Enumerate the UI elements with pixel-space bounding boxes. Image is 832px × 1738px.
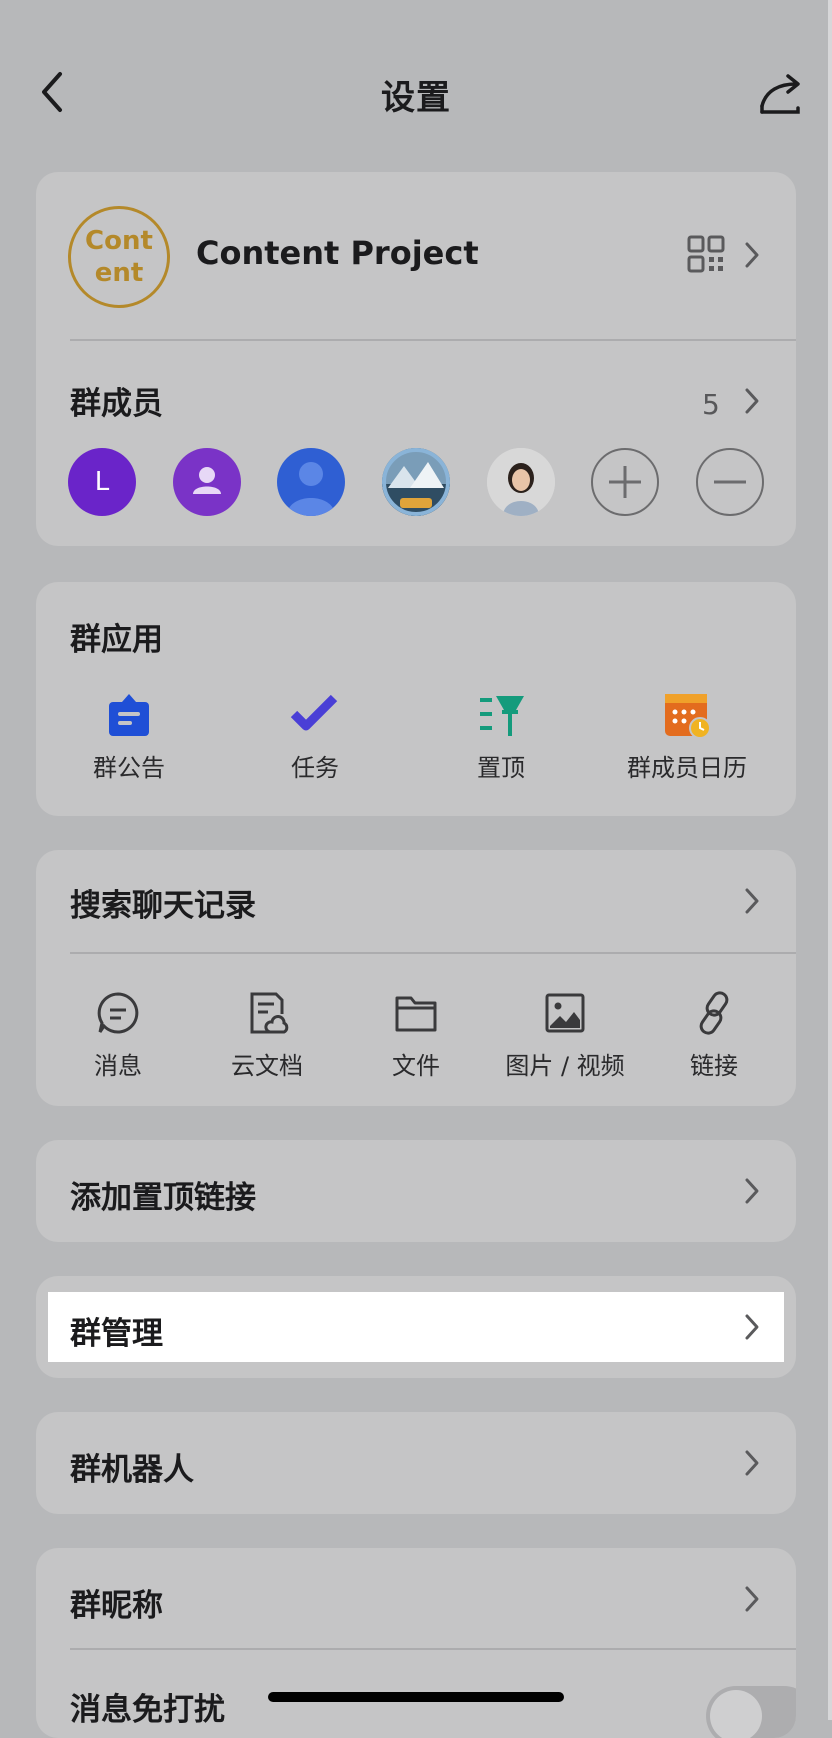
filter-messages[interactable]: 消息 (43, 990, 193, 1081)
members-label: 群成员 (70, 386, 163, 422)
divider (70, 952, 796, 954)
app-task[interactable]: 任务 (222, 690, 408, 783)
chevron-right-icon[interactable] (742, 386, 762, 416)
link-icon (699, 991, 729, 1035)
avatar[interactable] (487, 448, 555, 516)
page-title: 设置 (381, 78, 451, 118)
pin-icon (480, 696, 524, 736)
apps-label: 群应用 (70, 622, 163, 658)
nickname-mute-card: 群昵称 消息免打扰 (36, 1548, 796, 1738)
group-bot-row[interactable]: 群机器人 (36, 1412, 796, 1514)
remove-member-button[interactable] (696, 448, 764, 516)
divider (70, 339, 796, 341)
folder-icon (395, 996, 437, 1032)
search-history-card: 搜索聊天记录 消息 云文档 文件 图片 / 视频 链接 (36, 850, 796, 1106)
avatar[interactable] (173, 448, 241, 516)
app-calendar[interactable]: 群成员日历 (594, 690, 780, 783)
group-nickname-row[interactable]: 群昵称 (70, 1580, 163, 1625)
minus-circle-icon (714, 480, 746, 484)
group-name: Content Project (196, 234, 479, 272)
portrait-photo (487, 448, 555, 516)
mute-label: 消息免打扰 (70, 1692, 225, 1728)
chevron-right-icon (745, 1314, 759, 1340)
filter-files[interactable]: 文件 (341, 990, 491, 1081)
group-apps-card: 群应用 群公告 任务 置顶 群成员日历 (36, 582, 796, 816)
app-announcement[interactable]: 群公告 (36, 690, 222, 783)
app-pin[interactable]: 置顶 (408, 690, 594, 783)
landscape-photo (382, 448, 450, 516)
cloud-doc-icon (250, 992, 289, 1034)
group-manage-row[interactable]: 群管理 (48, 1292, 784, 1362)
mute-toggle[interactable] (706, 1686, 796, 1738)
person-silhouette-icon (287, 462, 335, 516)
group-logo: Content (68, 206, 170, 308)
home-indicator (268, 1692, 564, 1702)
group-info-card: Content Content Project 群成员 5 L (36, 172, 796, 546)
add-pinned-link-row[interactable]: 添加置顶链接 (36, 1140, 796, 1242)
chevron-right-icon (745, 1450, 759, 1476)
search-history-label[interactable]: 搜索聊天记录 (70, 880, 256, 925)
filter-links[interactable]: 链接 (639, 990, 789, 1081)
avatar[interactable]: L (68, 448, 136, 516)
task-check-icon (290, 694, 338, 731)
toggle-knob (710, 1690, 762, 1738)
avatar[interactable] (277, 448, 345, 516)
add-member-button[interactable] (591, 448, 659, 516)
chevron-right-icon (745, 1178, 759, 1204)
announcement-icon (109, 694, 149, 736)
plus-circle-icon (609, 466, 641, 498)
member-count: 5 (702, 388, 720, 421)
image-icon (545, 993, 585, 1033)
nav-header: 设置 (0, 50, 832, 134)
divider (70, 1648, 796, 1650)
qr-code-icon[interactable] (686, 234, 726, 274)
filter-cloud-docs[interactable]: 云文档 (192, 990, 342, 1081)
avatar[interactable] (382, 448, 450, 516)
message-icon (97, 992, 139, 1034)
share-icon[interactable] (756, 68, 806, 118)
person-icon (193, 467, 221, 494)
chevron-right-icon[interactable] (742, 240, 762, 270)
chevron-right-icon[interactable] (742, 1584, 762, 1614)
calendar-icon (665, 694, 711, 739)
chevron-right-icon[interactable] (742, 886, 762, 916)
filter-images-videos[interactable]: 图片 / 视频 (490, 990, 640, 1081)
